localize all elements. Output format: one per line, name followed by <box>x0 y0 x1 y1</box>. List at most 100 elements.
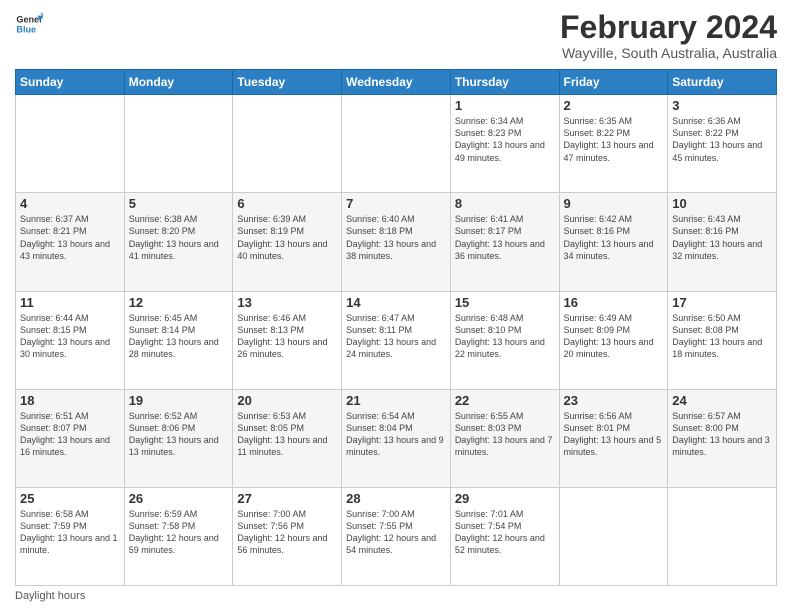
week-row-2: 4 Sunrise: 6:37 AM Sunset: 8:21 PM Daylig… <box>16 193 777 291</box>
cell-day-number: 15 <box>455 295 555 310</box>
cell-info: Sunrise: 6:46 AM Sunset: 8:13 PM Dayligh… <box>237 312 337 361</box>
footer-label: Daylight hours <box>15 590 85 602</box>
column-header-monday: Monday <box>124 70 233 95</box>
column-header-sunday: Sunday <box>16 70 125 95</box>
calendar-cell <box>16 95 125 193</box>
cell-info: Sunrise: 6:53 AM Sunset: 8:05 PM Dayligh… <box>237 410 337 459</box>
cell-info: Sunrise: 6:44 AM Sunset: 8:15 PM Dayligh… <box>20 312 120 361</box>
cell-day-number: 20 <box>237 393 337 408</box>
calendar-cell <box>124 95 233 193</box>
week-row-5: 25Sunrise: 6:58 AM Sunset: 7:59 PM Dayli… <box>16 487 777 585</box>
cell-day-number: 11 <box>20 295 120 310</box>
cell-info: Sunrise: 6:56 AM Sunset: 8:01 PM Dayligh… <box>564 410 664 459</box>
column-header-thursday: Thursday <box>450 70 559 95</box>
column-header-wednesday: Wednesday <box>342 70 451 95</box>
cell-info: Sunrise: 6:38 AM Sunset: 8:20 PM Dayligh… <box>129 213 229 262</box>
cell-day-number: 28 <box>346 491 446 506</box>
cell-day-number: 13 <box>237 295 337 310</box>
calendar-cell: 13 Sunrise: 6:46 AM Sunset: 8:13 PM Dayli… <box>233 291 342 389</box>
calendar-cell: 18 Sunrise: 6:51 AM Sunset: 8:07 PM Dayli… <box>16 389 125 487</box>
calendar-cell <box>668 487 777 585</box>
cell-day-number: 19 <box>129 393 229 408</box>
calendar-cell: 14Sunrise: 6:47 AM Sunset: 8:11 PM Dayli… <box>342 291 451 389</box>
cell-day-number: 6 <box>237 196 337 211</box>
calendar-cell: 4 Sunrise: 6:37 AM Sunset: 8:21 PM Daylig… <box>16 193 125 291</box>
calendar-cell: 26 Sunrise: 6:59 AM Sunset: 7:58 PM Dayli… <box>124 487 233 585</box>
cell-info: Sunrise: 6:51 AM Sunset: 8:07 PM Dayligh… <box>20 410 120 459</box>
header-row: SundayMondayTuesdayWednesdayThursdayFrid… <box>16 70 777 95</box>
calendar-cell: 9Sunrise: 6:42 AM Sunset: 8:16 PM Daylig… <box>559 193 668 291</box>
calendar-cell: 22 Sunrise: 6:55 AM Sunset: 8:03 PM Dayli… <box>450 389 559 487</box>
calendar-cell: 27Sunrise: 7:00 AM Sunset: 7:56 PM Dayli… <box>233 487 342 585</box>
cell-info: Sunrise: 6:45 AM Sunset: 8:14 PM Dayligh… <box>129 312 229 361</box>
cell-day-number: 29 <box>455 491 555 506</box>
cell-day-number: 4 <box>20 196 120 211</box>
calendar-cell: 1Sunrise: 6:34 AM Sunset: 8:23 PM Daylig… <box>450 95 559 193</box>
cell-info: Sunrise: 7:01 AM Sunset: 7:54 PM Dayligh… <box>455 508 555 557</box>
svg-text:Blue: Blue <box>16 24 36 34</box>
cell-day-number: 9 <box>564 196 664 211</box>
cell-day-number: 24 <box>672 393 772 408</box>
week-row-1: 1Sunrise: 6:34 AM Sunset: 8:23 PM Daylig… <box>16 95 777 193</box>
cell-info: Sunrise: 6:37 AM Sunset: 8:21 PM Dayligh… <box>20 213 120 262</box>
calendar-cell: 16 Sunrise: 6:49 AM Sunset: 8:09 PM Dayli… <box>559 291 668 389</box>
calendar-cell: 29 Sunrise: 7:01 AM Sunset: 7:54 PM Dayli… <box>450 487 559 585</box>
logo-icon: General Blue <box>15 10 43 38</box>
calendar-cell <box>559 487 668 585</box>
cell-info: Sunrise: 6:59 AM Sunset: 7:58 PM Dayligh… <box>129 508 229 557</box>
cell-info: Sunrise: 6:55 AM Sunset: 8:03 PM Dayligh… <box>455 410 555 459</box>
calendar-cell: 10Sunrise: 6:43 AM Sunset: 8:16 PM Dayli… <box>668 193 777 291</box>
page-subtitle: Wayville, South Australia, Australia <box>560 45 777 61</box>
calendar-cell: 5 Sunrise: 6:38 AM Sunset: 8:20 PM Daylig… <box>124 193 233 291</box>
header: General Blue February 2024 Wayville, Sou… <box>15 10 777 61</box>
cell-info: Sunrise: 6:49 AM Sunset: 8:09 PM Dayligh… <box>564 312 664 361</box>
cell-info: Sunrise: 6:43 AM Sunset: 8:16 PM Dayligh… <box>672 213 772 262</box>
calendar-cell: 7 Sunrise: 6:40 AM Sunset: 8:18 PM Daylig… <box>342 193 451 291</box>
calendar-cell: 6 Sunrise: 6:39 AM Sunset: 8:19 PM Daylig… <box>233 193 342 291</box>
cell-day-number: 23 <box>564 393 664 408</box>
cell-info: Sunrise: 6:39 AM Sunset: 8:19 PM Dayligh… <box>237 213 337 262</box>
cell-day-number: 18 <box>20 393 120 408</box>
cell-info: Sunrise: 6:48 AM Sunset: 8:10 PM Dayligh… <box>455 312 555 361</box>
calendar-cell: 15 Sunrise: 6:48 AM Sunset: 8:10 PM Dayli… <box>450 291 559 389</box>
cell-info: Sunrise: 6:54 AM Sunset: 8:04 PM Dayligh… <box>346 410 446 459</box>
calendar-cell: 8 Sunrise: 6:41 AM Sunset: 8:17 PM Daylig… <box>450 193 559 291</box>
calendar-cell: 25Sunrise: 6:58 AM Sunset: 7:59 PM Dayli… <box>16 487 125 585</box>
cell-day-number: 1 <box>455 98 555 113</box>
column-header-friday: Friday <box>559 70 668 95</box>
cell-info: Sunrise: 6:40 AM Sunset: 8:18 PM Dayligh… <box>346 213 446 262</box>
cell-day-number: 26 <box>129 491 229 506</box>
cell-info: Sunrise: 6:47 AM Sunset: 8:11 PM Dayligh… <box>346 312 446 361</box>
cell-info: Sunrise: 6:57 AM Sunset: 8:00 PM Dayligh… <box>672 410 772 459</box>
cell-day-number: 7 <box>346 196 446 211</box>
calendar-cell: 2Sunrise: 6:35 AM Sunset: 8:22 PM Daylig… <box>559 95 668 193</box>
cell-day-number: 5 <box>129 196 229 211</box>
cell-day-number: 12 <box>129 295 229 310</box>
cell-day-number: 22 <box>455 393 555 408</box>
cell-day-number: 3 <box>672 98 772 113</box>
cell-day-number: 25 <box>20 491 120 506</box>
calendar-table: SundayMondayTuesdayWednesdayThursdayFrid… <box>15 69 777 586</box>
calendar-cell: 12 Sunrise: 6:45 AM Sunset: 8:14 PM Dayli… <box>124 291 233 389</box>
calendar-cell: 20 Sunrise: 6:53 AM Sunset: 8:05 PM Dayli… <box>233 389 342 487</box>
column-header-tuesday: Tuesday <box>233 70 342 95</box>
page: General Blue February 2024 Wayville, Sou… <box>0 0 792 612</box>
cell-day-number: 16 <box>564 295 664 310</box>
cell-day-number: 8 <box>455 196 555 211</box>
page-title: February 2024 <box>560 10 777 45</box>
column-header-saturday: Saturday <box>668 70 777 95</box>
calendar-cell: 11 Sunrise: 6:44 AM Sunset: 8:15 PM Dayli… <box>16 291 125 389</box>
cell-info: Sunrise: 6:52 AM Sunset: 8:06 PM Dayligh… <box>129 410 229 459</box>
calendar-cell: 3 Sunrise: 6:36 AM Sunset: 8:22 PM Daylig… <box>668 95 777 193</box>
cell-day-number: 17 <box>672 295 772 310</box>
title-block: February 2024 Wayville, South Australia,… <box>560 10 777 61</box>
cell-day-number: 2 <box>564 98 664 113</box>
cell-info: Sunrise: 7:00 AM Sunset: 7:56 PM Dayligh… <box>237 508 337 557</box>
calendar-cell: 17Sunrise: 6:50 AM Sunset: 8:08 PM Dayli… <box>668 291 777 389</box>
cell-info: Sunrise: 6:41 AM Sunset: 8:17 PM Dayligh… <box>455 213 555 262</box>
calendar-cell: 23 Sunrise: 6:56 AM Sunset: 8:01 PM Dayli… <box>559 389 668 487</box>
calendar-cell <box>342 95 451 193</box>
cell-info: Sunrise: 6:36 AM Sunset: 8:22 PM Dayligh… <box>672 115 772 164</box>
week-row-4: 18 Sunrise: 6:51 AM Sunset: 8:07 PM Dayli… <box>16 389 777 487</box>
logo: General Blue <box>15 10 43 38</box>
